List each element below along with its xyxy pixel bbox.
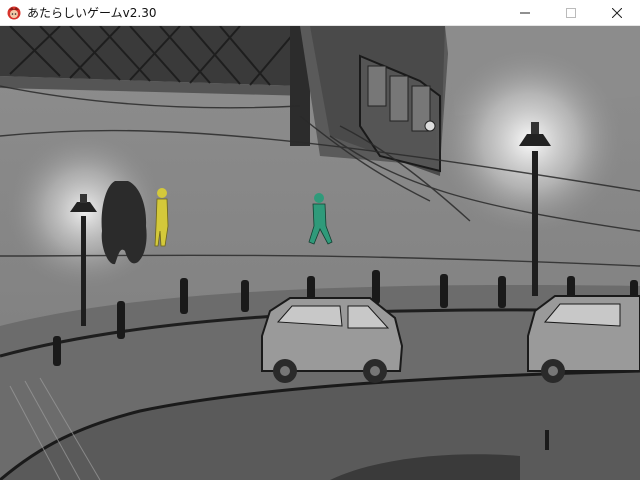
- minimize-icon: [520, 12, 530, 14]
- maximize-icon: [566, 8, 576, 18]
- maximize-button[interactable]: [548, 0, 594, 26]
- title-bar[interactable]: あたらしいゲームv2.30: [0, 0, 640, 26]
- game-canvas[interactable]: [0, 26, 640, 480]
- minimize-button[interactable]: [502, 0, 548, 26]
- app-character-icon: [6, 5, 22, 21]
- parked-car-right: [527, 295, 640, 383]
- game-window: あたらしいゲームv2.30: [0, 0, 640, 480]
- window-title: あたらしいゲームv2.30: [27, 6, 157, 20]
- close-icon: [612, 8, 622, 18]
- close-button[interactable]: [594, 0, 640, 26]
- parked-car-center: [261, 297, 404, 383]
